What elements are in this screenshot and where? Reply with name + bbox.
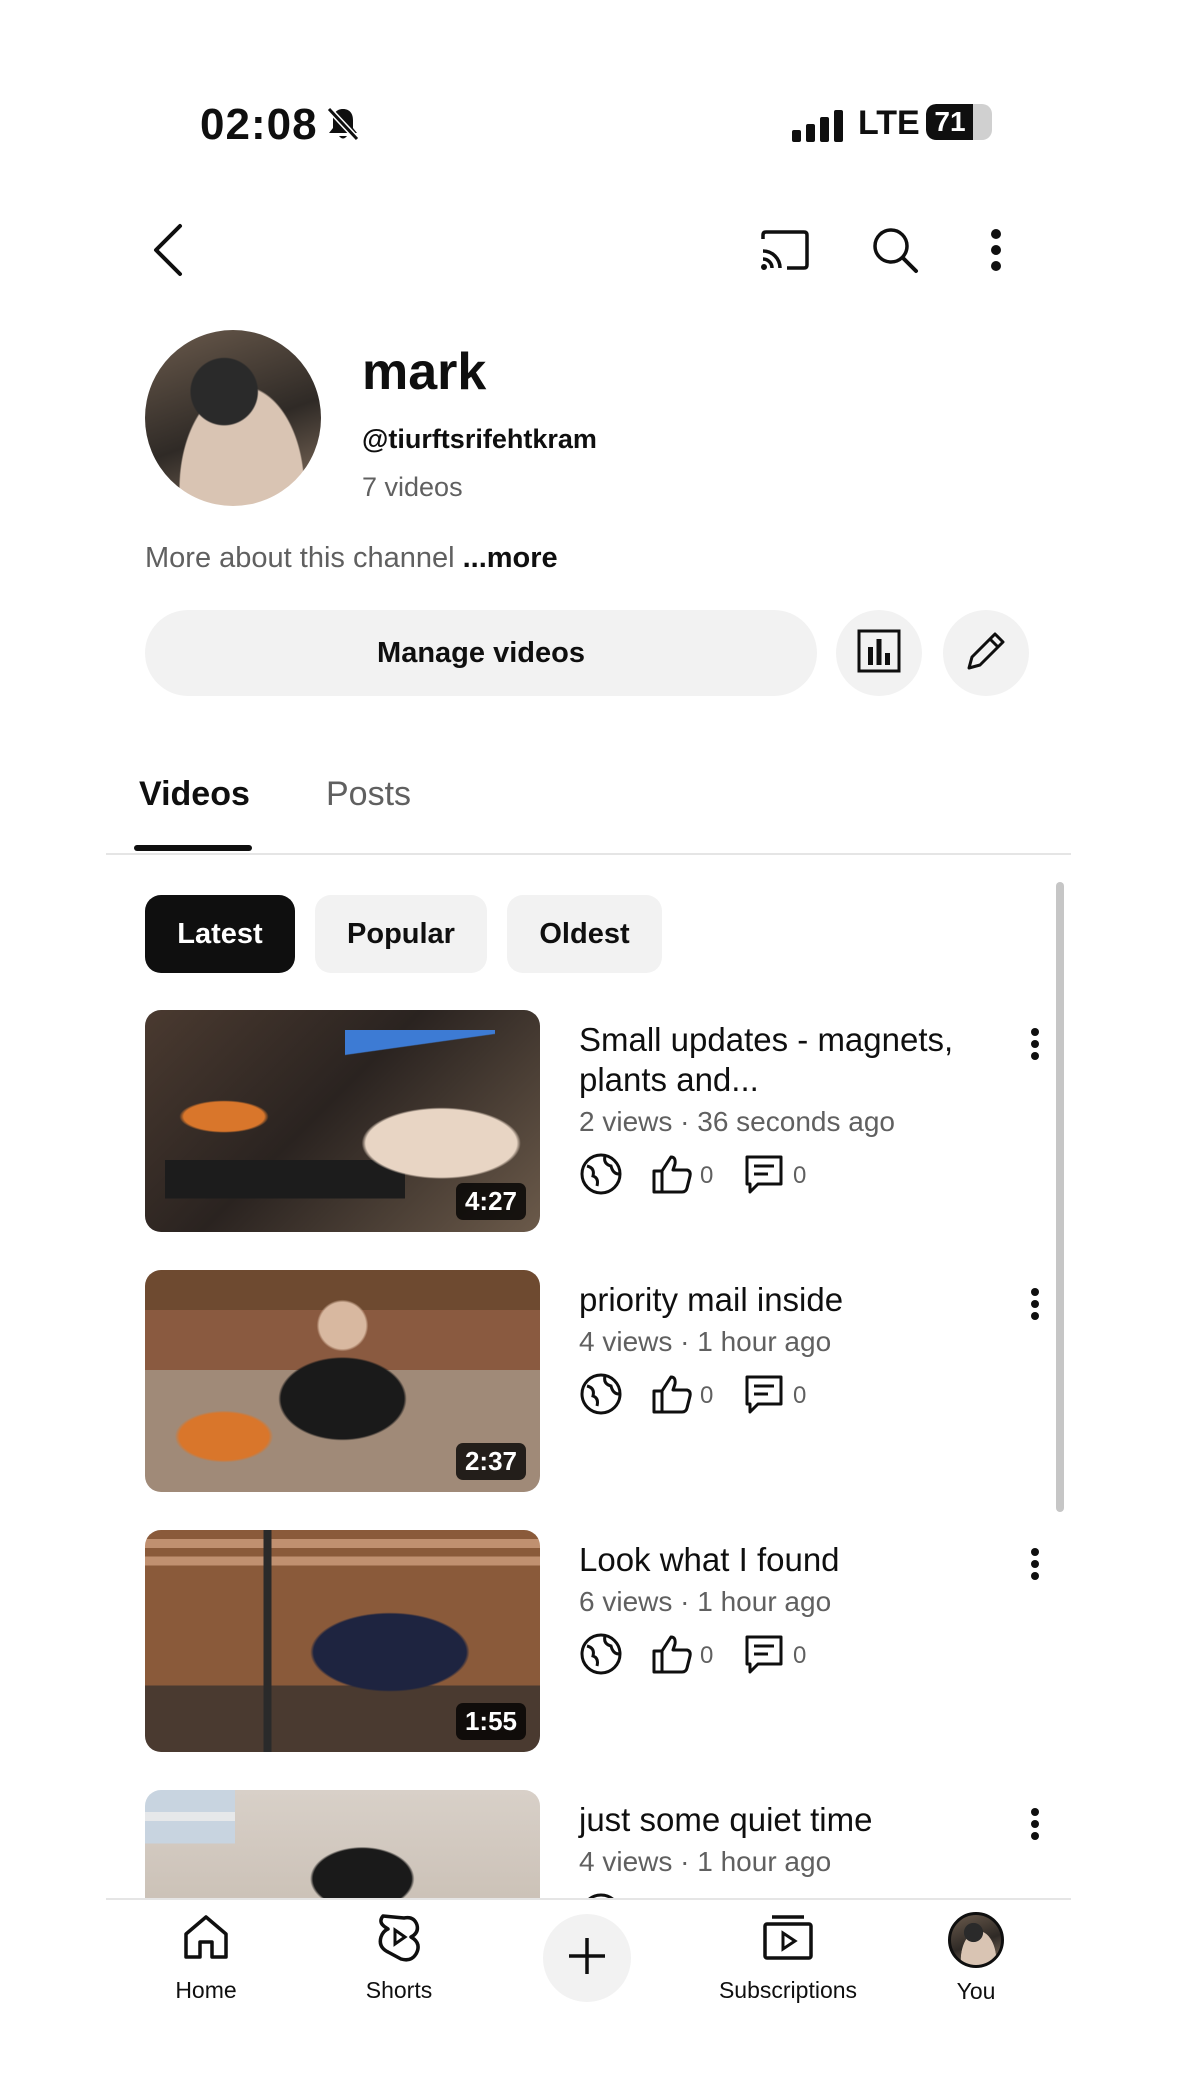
globe-icon [579,1632,623,1681]
plus-icon [566,1935,608,1982]
video-item[interactable]: 4:27 Small updates - magnets, plants and… [0,1010,1179,1240]
comment-icon [744,1374,784,1421]
video-thumbnail[interactable]: 1:55 [145,1530,540,1752]
nav-home[interactable]: Home [126,1912,286,2022]
video-duration: 1:55 [455,1703,526,1740]
globe-icon [579,1152,623,1201]
comment-count: 0 [793,1642,807,1669]
shorts-icon [374,1912,424,1967]
analytics-icon [857,629,901,678]
like-count: 0 [700,1162,714,1189]
create-button[interactable] [543,1914,631,2002]
channel-handle: @tiurftsrifehtkram [362,424,597,454]
like-count: 0 [700,1382,714,1409]
top-bar [0,215,1179,285]
channel-avatar[interactable] [145,330,321,506]
search-icon[interactable] [862,215,928,285]
video-stats: 0 0 [579,1152,839,1200]
manage-videos-button[interactable]: Manage videos [145,610,817,696]
video-title[interactable]: priority mail inside [579,1280,999,1320]
tab-posts[interactable]: Posts [326,775,411,814]
video-meta: 4 views · 1 hour ago [579,1326,832,1357]
pencil-icon [963,628,1009,679]
nav-subscriptions[interactable]: Subscriptions [703,1912,873,2022]
nav-shorts[interactable]: Shorts [319,1912,479,2022]
video-thumbnail[interactable]: 2:37 [145,1270,540,1492]
nav-subscriptions-label: Subscriptions [718,1977,858,2003]
video-item[interactable]: 2:37 priority mail inside 4 views · 1 ho… [0,1270,1179,1500]
video-meta: 6 views · 1 hour ago [579,1586,832,1617]
tab-underline [134,845,252,851]
status-bar: 02:08 LTE 71 [0,100,1179,160]
video-duration: 2:37 [455,1443,526,1480]
video-menu-icon[interactable] [1018,1804,1052,1844]
channel-about-text: More about this channel [145,542,455,574]
nav-shorts-label: Shorts [365,1977,433,2003]
edit-channel-button[interactable] [943,610,1029,696]
comment-count: 0 [793,1162,807,1189]
video-thumbnail[interactable] [145,1790,540,1898]
comment-icon [744,1154,784,1201]
video-meta: 2 views · 36 seconds ago [579,1106,895,1137]
video-item[interactable]: just some quiet time 4 views · 1 hour ag… [0,1790,1179,1898]
more-vert-icon[interactable] [976,215,1016,285]
channel-video-count: 7 videos [362,472,463,502]
cast-icon[interactable] [752,215,818,285]
chip-latest[interactable]: Latest [145,895,295,973]
comment-count: 0 [793,1382,807,1409]
video-title[interactable]: Look what I found [579,1540,999,1580]
tab-videos[interactable]: Videos [139,775,250,814]
chip-popular[interactable]: Popular [315,895,487,973]
nav-you-label: You [956,1978,996,2004]
video-meta: 4 views · 1 hour ago [579,1846,832,1877]
chip-oldest[interactable]: Oldest [507,895,662,973]
video-menu-icon[interactable] [1018,1024,1052,1064]
nav-home-label: Home [175,1977,237,2003]
bottom-nav: Home Shorts Subscriptions You [106,1898,1071,2096]
back-arrow-icon[interactable] [138,215,198,285]
video-menu-icon[interactable] [1018,1284,1052,1324]
globe-icon [579,1372,623,1421]
video-title[interactable]: Small updates - magnets, plants and... [579,1020,999,1100]
nav-you[interactable]: You [896,1912,1056,2022]
channel-tabs: Videos Posts [106,765,1071,855]
video-duration: 4:27 [455,1183,526,1220]
like-icon [651,1154,693,1199]
network-label: LTE [858,104,920,142]
video-title[interactable]: just some quiet time [579,1800,999,1840]
status-time: 02:08 [200,100,318,149]
analytics-button[interactable] [836,610,922,696]
bell-muted-icon [326,106,360,147]
video-stats: 0 0 [579,1632,839,1680]
like-icon [651,1374,693,1419]
comment-icon [744,1634,784,1681]
battery-icon: 71 [926,104,992,140]
signal-icon [792,110,844,147]
video-menu-icon[interactable] [1018,1544,1052,1584]
channel-about-more[interactable]: ...more [463,542,558,574]
avatar [948,1912,1004,1968]
video-thumbnail[interactable]: 4:27 [145,1010,540,1232]
video-list: 4:27 Small updates - magnets, plants and… [0,1000,1179,1898]
channel-about[interactable]: More about this channel ...more [145,542,558,575]
like-icon [651,1634,693,1679]
video-stats: 0 0 [579,1372,839,1420]
home-icon [181,1912,231,1967]
like-count: 0 [700,1642,714,1669]
battery-level: 71 [934,106,966,137]
video-item[interactable]: 1:55 Look what I found 6 views · 1 hour … [0,1530,1179,1760]
subscriptions-icon [762,1912,814,1967]
channel-name: mark [362,343,487,401]
